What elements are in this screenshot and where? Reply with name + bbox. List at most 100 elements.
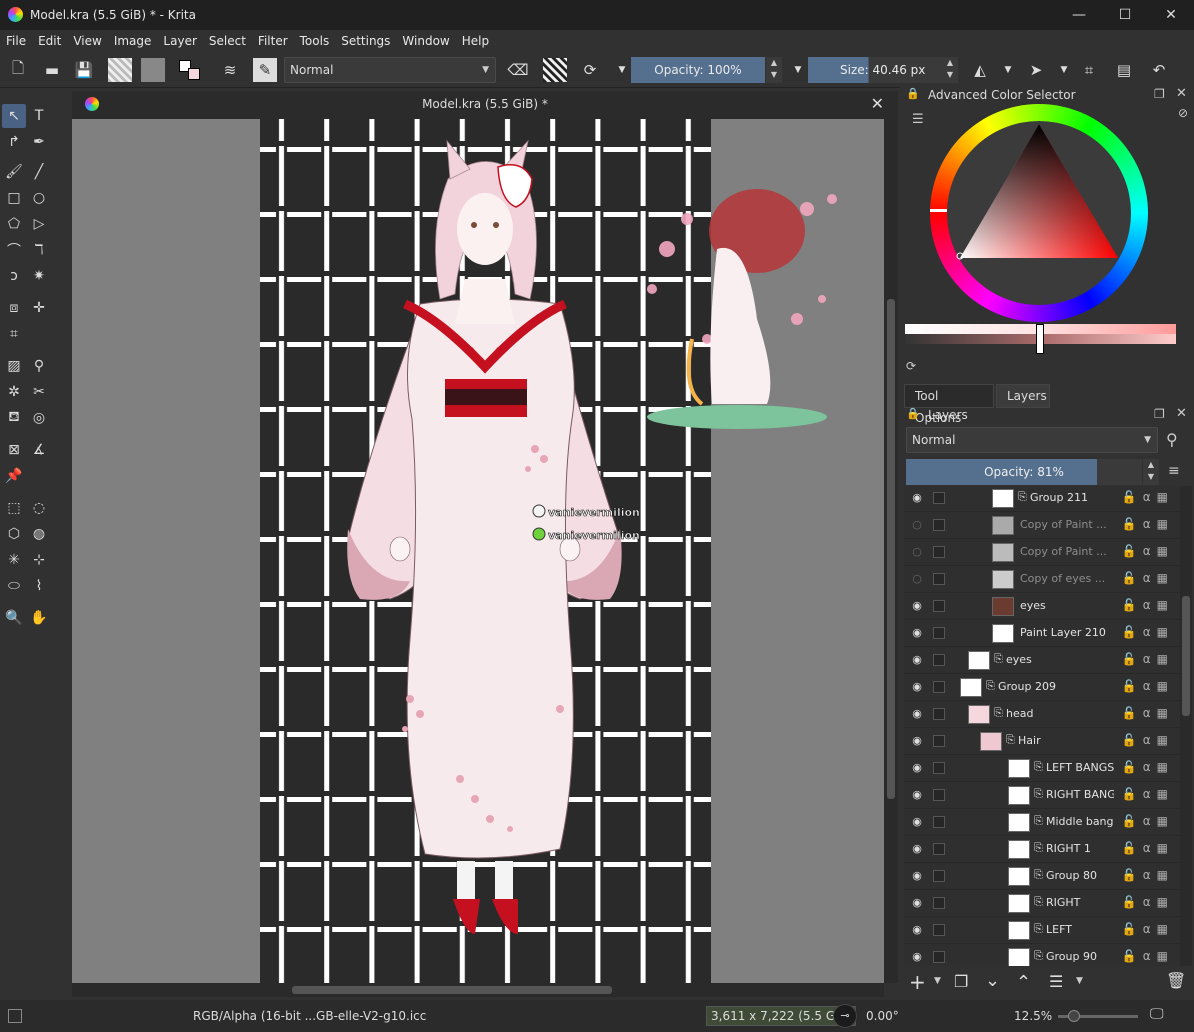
open-document-icon[interactable]: ▬ [40,58,64,82]
bezier-select-tool-icon[interactable]: ⬭ [2,574,26,598]
selection-display-icon[interactable] [8,1009,22,1023]
gradient-tool-icon[interactable]: ▨ [2,354,26,378]
rectangle-tool-icon[interactable]: □ [2,186,26,210]
layer-properties-icons[interactable]: 🔓α▦ [1122,868,1174,882]
layer-row[interactable]: ○ Copy of Paint ... 🔓α▦ [904,539,1180,566]
calligraphy-tool-icon[interactable]: ✒ [27,130,51,154]
layer-select-checkbox[interactable] [933,789,945,801]
save-icon[interactable]: 💾 [72,58,96,82]
group-collapse-icon[interactable]: ⎘ [1034,922,1043,936]
tab-tool-options[interactable]: Tool Options [904,384,994,425]
eye-icon[interactable]: ◉ [910,896,924,910]
layer-select-checkbox[interactable] [933,924,945,936]
layer-row[interactable]: ◉ ⎘ Group 211 🔓α▦ [904,486,1180,512]
shade-marker[interactable] [1036,324,1044,354]
freehand-select-tool-icon[interactable]: ◍ [27,522,51,546]
menu-window[interactable]: Window [402,34,449,48]
eye-icon[interactable]: ◉ [910,626,924,640]
assistant-tool-icon[interactable]: ✂ [27,380,51,404]
layer-row[interactable]: ◉ Paint Layer 210 🔓α▦ [904,620,1180,647]
layer-opacity-slider[interactable]: Opacity: 81% [906,459,1142,485]
menu-edit[interactable]: Edit [38,34,61,48]
fill-tool-icon[interactable]: ⛾ [2,406,26,430]
brush-settings-icon[interactable]: ≋ [218,58,242,82]
group-collapse-icon[interactable]: ⎘ [1034,760,1043,774]
reload-preset-icon[interactable]: ⟳ [578,58,602,82]
layer-select-checkbox[interactable] [933,762,945,774]
menu-view[interactable]: View [73,34,101,48]
layer-row[interactable]: ◉ ⎘ LEFT 🔓α▦ [904,917,1180,944]
color-settings-icon[interactable]: ☰ [912,112,924,127]
layer-name[interactable]: RIGHT [1046,896,1114,909]
chevron-down-icon[interactable]: ▼ [996,58,1020,82]
eye-icon[interactable]: ◉ [910,599,924,613]
layer-properties-icons[interactable]: 🔓α▦ [1122,517,1174,531]
maximize-button[interactable]: ☐ [1102,0,1148,30]
smart-patch-tool-icon[interactable]: ✲ [2,380,26,404]
layer-properties-icon[interactable]: ☰ [1049,972,1063,991]
group-collapse-icon[interactable]: ⎘ [1018,490,1027,504]
fullscreen-icon[interactable]: 🖵 [1150,1006,1164,1022]
menu-tools[interactable]: Tools [300,34,330,48]
group-collapse-icon[interactable]: ⎘ [1034,895,1043,909]
line-tool-icon[interactable]: ╱ [27,160,51,184]
layer-properties-icons[interactable]: 🔓α▦ [1122,679,1174,693]
preserve-alpha-icon[interactable] [543,58,567,82]
duplicate-layer-icon[interactable]: ❐ [954,972,968,991]
layer-properties-icons[interactable]: 🔓α▦ [1122,652,1174,666]
pattern-selector-icon[interactable] [141,58,165,82]
filter-icon[interactable]: ⚲ [1166,430,1178,449]
opacity-spin[interactable]: ▲ ▼ [766,57,782,83]
no-color-icon[interactable]: ⊘ [1178,106,1188,120]
eye-hidden-icon[interactable]: ○ [910,572,924,586]
eye-icon[interactable]: ◉ [910,761,924,775]
polyline-tool-icon[interactable]: ▷ [27,212,51,236]
layer-select-checkbox[interactable] [933,654,945,666]
layer-row[interactable]: ◉ ⎘ LEFT BANGS 🔓α▦ [904,755,1180,782]
layer-select-checkbox[interactable] [933,681,945,693]
layer-row[interactable]: ◉ ⎘ Middle bangs 🔓α▦ [904,809,1180,836]
layer-properties-icons[interactable]: 🔓α▦ [1122,922,1174,936]
eye-icon[interactable]: ◉ [910,950,924,964]
layer-properties-icons[interactable]: 🔓α▦ [1122,571,1174,585]
layer-row[interactable]: ◉ ⎘ Group 90 🔓α▦ [904,944,1180,966]
layer-name[interactable]: Middle bangs [1046,815,1114,828]
group-collapse-icon[interactable]: ⎘ [1034,814,1043,828]
layer-row[interactable]: ◉ ⎘ RIGHT 1 🔓α▦ [904,836,1180,863]
chevron-down-icon[interactable]: ▼ [786,58,810,82]
layer-select-checkbox[interactable] [933,573,945,585]
layer-name[interactable]: Copy of eyes ... [1020,572,1114,585]
layer-properties-icons[interactable]: 🔓α▦ [1122,733,1174,747]
fg-bg-color-icon[interactable] [178,58,202,82]
ellipse-tool-icon[interactable]: ○ [27,186,51,210]
eye-icon[interactable]: ◉ [910,734,924,748]
size-slider[interactable]: Size: 40.46 px [808,57,942,83]
crop-workspace-icon[interactable]: ⌗ [1077,58,1101,82]
layer-select-checkbox[interactable] [933,735,945,747]
layer-select-checkbox[interactable] [933,816,945,828]
freehand-brush-tool-icon[interactable]: 🖌 [2,160,26,184]
layer-list-scrollbar[interactable] [1180,486,1192,966]
layer-row[interactable]: ◉ ⎘ RIGHT 🔓α▦ [904,890,1180,917]
layer-select-checkbox[interactable] [933,843,945,855]
group-collapse-icon[interactable]: ⎘ [1006,733,1015,747]
layer-select-checkbox[interactable] [933,519,945,531]
eye-icon[interactable]: ◉ [910,680,924,694]
horizontal-scrollbar[interactable] [72,983,884,997]
multibrush-tool-icon[interactable]: ✷ [27,264,51,288]
layer-name[interactable]: eyes [1006,653,1114,666]
chevron-down-icon[interactable]: ▼ [934,976,941,986]
float-docker-icon[interactable]: ❐ [1154,407,1165,421]
group-collapse-icon[interactable]: ⎘ [994,706,1003,720]
layer-row[interactable]: ◉ ⎘ head 🔓α▦ [904,701,1180,728]
eraser-icon[interactable]: ⌫ [506,58,530,82]
close-docker-icon[interactable]: ✕ [1176,406,1187,421]
chevron-down-icon[interactable]: ▼ [1076,976,1083,986]
similar-select-tool-icon[interactable]: ⊹ [27,548,51,572]
edit-shapes-tool-icon[interactable]: ↱ [2,130,26,154]
menu-settings[interactable]: Settings [341,34,390,48]
layer-properties-icons[interactable]: 🔓α▦ [1122,895,1174,909]
enclose-fill-tool-icon[interactable]: ◎ [27,406,51,430]
eye-icon[interactable]: ◉ [910,491,924,505]
chevron-down-icon[interactable]: ▼ [1052,58,1076,82]
